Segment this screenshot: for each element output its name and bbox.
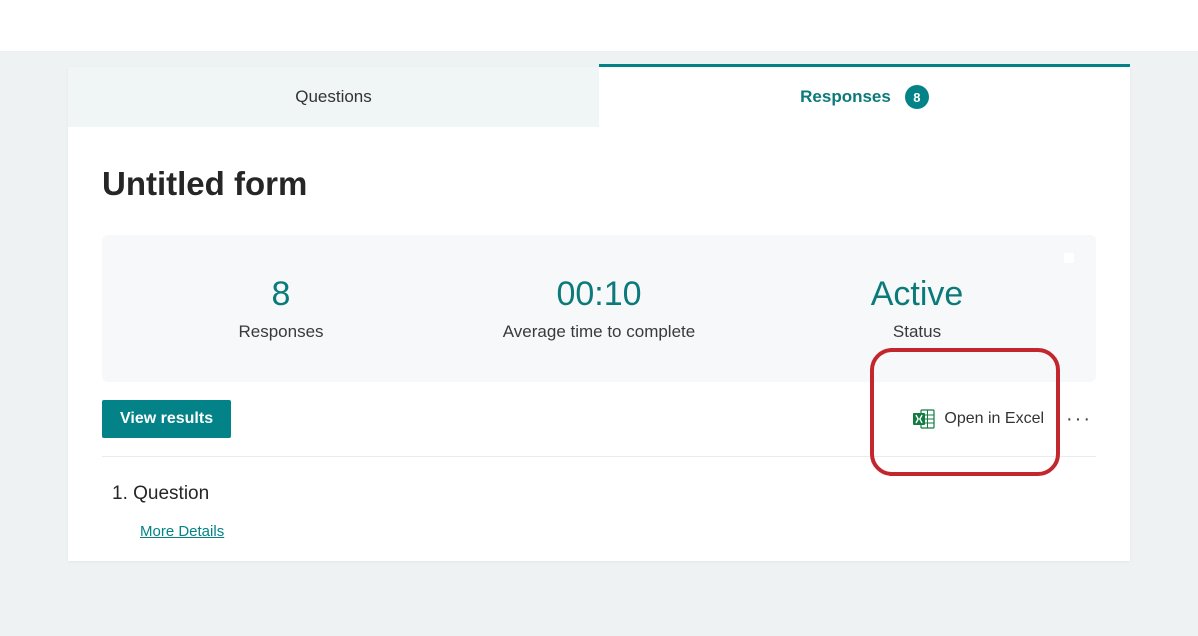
question-title: 1. Question — [112, 483, 1086, 505]
view-results-button[interactable]: View results — [102, 400, 231, 438]
stat-responses: 8 Responses — [122, 275, 440, 342]
responses-count-badge: 8 — [905, 85, 929, 109]
tabs-container: Questions Responses 8 — [68, 67, 1130, 127]
tab-responses-label: Responses — [800, 87, 891, 107]
stat-status: Active Status — [758, 275, 1076, 342]
excel-icon — [912, 407, 936, 431]
actions-row: View results — [102, 382, 1096, 457]
question-section: 1. Question More Details — [102, 457, 1096, 561]
form-title: Untitled form — [102, 165, 1096, 203]
stats-hint-icon — [1064, 253, 1074, 263]
more-options-button[interactable]: ··· — [1062, 409, 1096, 429]
more-details-link[interactable]: More Details — [140, 523, 224, 540]
tab-responses[interactable]: Responses 8 — [599, 67, 1130, 127]
question-text: Question — [133, 483, 209, 504]
tab-content: Untitled form 8 Responses 00:10 Average … — [68, 127, 1130, 561]
stat-avg-time-value: 00:10 — [440, 275, 758, 314]
right-actions: Open in Excel ··· — [906, 403, 1096, 435]
tab-questions-label: Questions — [295, 87, 372, 107]
stat-status-value: Active — [758, 275, 1076, 314]
open-in-excel-button[interactable]: Open in Excel — [906, 403, 1050, 435]
stat-responses-label: Responses — [122, 322, 440, 342]
open-in-excel-label: Open in Excel — [944, 410, 1044, 428]
stats-panel: 8 Responses 00:10 Average time to comple… — [102, 235, 1096, 382]
stat-status-label: Status — [758, 322, 1076, 342]
page-background: Questions Responses 8 Untitled form 8 Re… — [0, 52, 1198, 636]
tab-questions[interactable]: Questions — [68, 67, 599, 127]
stat-avg-time-label: Average time to complete — [440, 322, 758, 342]
form-card: Questions Responses 8 Untitled form 8 Re… — [68, 67, 1130, 561]
stat-avg-time: 00:10 Average time to complete — [440, 275, 758, 342]
stat-responses-value: 8 — [122, 275, 440, 314]
question-number: 1. — [112, 483, 128, 504]
top-app-bar — [0, 0, 1198, 52]
